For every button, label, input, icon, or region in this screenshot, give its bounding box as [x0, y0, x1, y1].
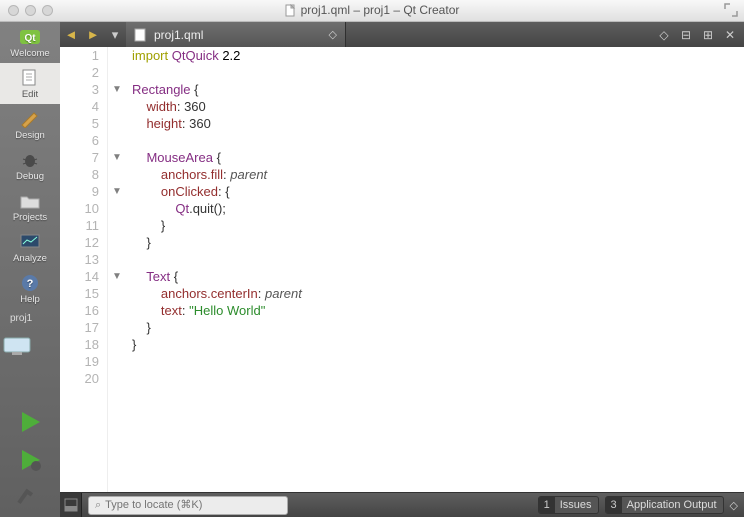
document-icon — [285, 4, 297, 18]
code-editor[interactable]: 1234567891011121314151617181920 ▼▼▼▼ imp… — [60, 47, 744, 492]
build-button[interactable] — [0, 479, 60, 517]
monitor-chart-icon — [18, 232, 42, 252]
sidebar-label: Debug — [16, 171, 44, 182]
panel-label: Issues — [560, 499, 592, 511]
close-window-button[interactable] — [8, 5, 19, 16]
titlebar: proj1.qml – proj1 – Qt Creator — [0, 0, 744, 22]
sidebar-item-design[interactable]: Design — [0, 104, 60, 145]
editor-tabbar: ◄ ► ▾ proj1.qml ◇ ◇ ⊟ ⊞ ✕ — [60, 22, 744, 47]
search-icon: ⌕ — [95, 499, 101, 512]
zoom-window-button[interactable] — [42, 5, 53, 16]
sidebar-label: Analyze — [13, 253, 47, 264]
output-pane-toggle[interactable] — [60, 493, 82, 517]
sidebar-item-debug[interactable]: Debug — [0, 145, 60, 186]
split-vertical-button[interactable]: ⊞ — [700, 28, 716, 42]
panel-label: Application Output — [627, 499, 717, 511]
tab-filename: proj1.qml — [154, 28, 203, 42]
line-column-dropdown-icon[interactable]: ◇ — [656, 28, 672, 42]
sidebar-label: Welcome — [10, 48, 49, 59]
window-title-text: proj1.qml – proj1 – Qt Creator — [301, 3, 460, 17]
sidebar-label: Design — [15, 130, 45, 141]
panels-dropdown-icon[interactable]: ◇ — [730, 499, 738, 512]
editor-gutter: 1234567891011121314151617181920 — [60, 47, 108, 492]
play-bug-icon — [13, 446, 47, 474]
split-horizontal-button[interactable]: ⊟ — [678, 28, 694, 42]
nav-dropdown-icon[interactable]: ▾ — [104, 27, 126, 43]
svg-text:Qt: Qt — [24, 33, 36, 44]
panel-number: 3 — [606, 497, 622, 513]
open-file-tab[interactable]: proj1.qml ◇ — [126, 22, 346, 47]
locator-input[interactable] — [105, 499, 281, 511]
pencil-ruler-icon — [18, 109, 42, 129]
sidebar-label: Projects — [13, 212, 47, 223]
run-debug-button[interactable] — [0, 441, 60, 479]
qml-file-icon — [134, 28, 148, 42]
sidebar-item-analyze[interactable]: Analyze — [0, 227, 60, 268]
code-area[interactable]: import QtQuick 2.2 Rectangle { width: 36… — [126, 47, 744, 492]
run-button[interactable] — [0, 403, 60, 441]
svg-text:?: ? — [27, 278, 34, 290]
sidebar-item-help[interactable]: ? Help — [0, 268, 60, 309]
nav-forward-button[interactable]: ► — [82, 27, 104, 42]
project-selector[interactable]: proj1 — [0, 309, 60, 328]
hammer-icon — [13, 484, 47, 512]
play-icon — [13, 408, 47, 436]
nav-back-button[interactable]: ◄ — [60, 27, 82, 42]
folder-icon — [18, 191, 42, 211]
bottom-bar: ⌕ 1 Issues 3 Application Output ◇ — [60, 492, 744, 517]
mode-sidebar: Qt Welcome Edit Design Debug Projects An… — [0, 22, 60, 517]
locator[interactable]: ⌕ — [88, 496, 288, 515]
fold-column[interactable]: ▼▼▼▼ — [108, 47, 126, 492]
qt-logo-icon: Qt — [18, 27, 42, 47]
window-controls — [8, 5, 53, 16]
fullscreen-icon[interactable] — [724, 3, 738, 17]
issues-panel-button[interactable]: 1 Issues — [538, 496, 599, 514]
minimize-window-button[interactable] — [25, 5, 36, 16]
bug-icon — [18, 150, 42, 170]
panel-number: 1 — [539, 497, 555, 513]
sidebar-item-edit[interactable]: Edit — [0, 63, 60, 104]
tab-dropdown-icon[interactable]: ◇ — [329, 28, 337, 41]
sidebar-item-welcome[interactable]: Qt Welcome — [0, 22, 60, 63]
sidebar-label: Help — [20, 294, 40, 305]
app-output-panel-button[interactable]: 3 Application Output — [605, 496, 724, 514]
sidebar-item-projects[interactable]: Projects — [0, 186, 60, 227]
edit-document-icon — [18, 68, 42, 88]
help-icon: ? — [18, 273, 42, 293]
target-selector[interactable] — [0, 328, 60, 364]
close-editor-button[interactable]: ✕ — [722, 28, 738, 42]
sidebar-label: Edit — [22, 89, 38, 100]
window-title: proj1.qml – proj1 – Qt Creator — [0, 3, 744, 18]
